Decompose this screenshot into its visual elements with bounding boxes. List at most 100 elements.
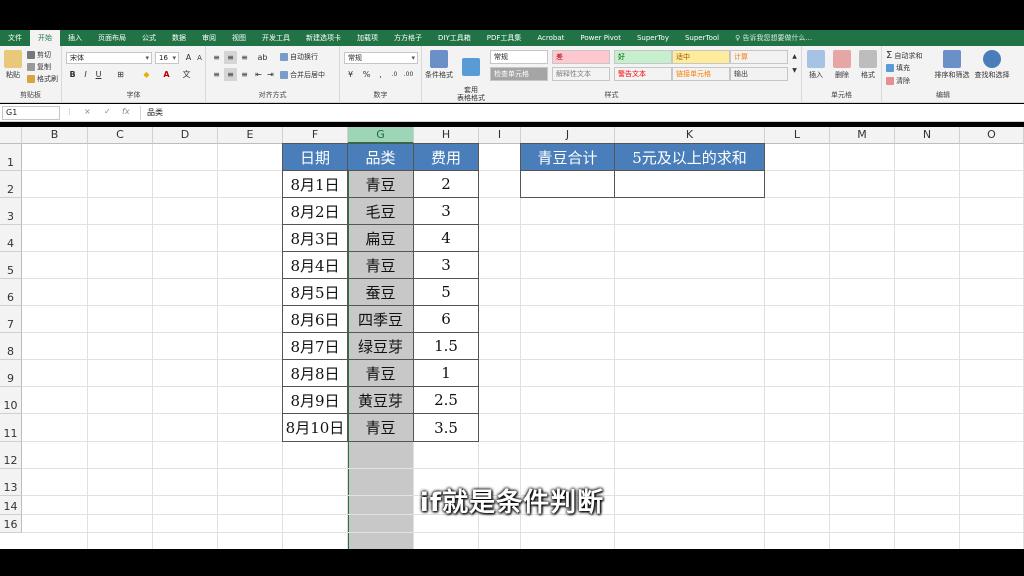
row-header-12[interactable]: 12 (0, 442, 22, 469)
ribbon-tab-1[interactable]: 开始 (30, 30, 60, 46)
decrease-decimal-icon[interactable]: .00 (402, 68, 415, 81)
format-cells-button[interactable]: 格式 (854, 50, 882, 80)
fill-color-icon[interactable]: ◆ (140, 68, 153, 81)
conditional-format-button[interactable]: 条件格式 (422, 50, 456, 80)
table-cell[interactable]: 6 (413, 305, 479, 333)
table-cell[interactable]: 8月9日 (282, 386, 348, 414)
summary-header-cell[interactable]: 5元及以上的求和 (614, 143, 765, 171)
copy-button[interactable]: 复制 (27, 62, 51, 72)
ribbon-tab-10[interactable]: 加载项 (349, 30, 386, 46)
table-cell[interactable]: 青豆 (347, 170, 414, 198)
find-select-button[interactable]: 查找和选择 (972, 50, 1012, 80)
ribbon-tab-13[interactable]: PDF工具集 (479, 30, 530, 46)
table-cell[interactable]: 毛豆 (347, 197, 414, 225)
row-header-10[interactable]: 10 (0, 387, 22, 414)
increase-indent-icon[interactable]: ⇥ (264, 68, 277, 81)
table-cell[interactable]: 5 (413, 278, 479, 306)
table-header-cell[interactable]: 日期 (282, 143, 348, 171)
row-header-1[interactable]: 1 (0, 144, 22, 171)
table-cell[interactable]: 8月4日 (282, 251, 348, 279)
ribbon-tab-0[interactable]: 文件 (0, 30, 30, 46)
ribbon-tab-16[interactable]: SuperToy (629, 30, 677, 46)
column-header-F[interactable]: F (283, 127, 348, 144)
table-cell[interactable]: 8月6日 (282, 305, 348, 333)
column-header-N[interactable]: N (895, 127, 960, 144)
cell-style-0[interactable]: 常规 (490, 50, 548, 64)
table-cell[interactable]: 绿豆芽 (347, 332, 414, 360)
bold-button[interactable]: B (66, 68, 79, 81)
table-cell[interactable]: 4 (413, 224, 479, 252)
row-header-2[interactable]: 2 (0, 171, 22, 198)
table-cell[interactable]: 四季豆 (347, 305, 414, 333)
merge-center-button[interactable]: 合并后居中 (280, 70, 325, 80)
table-cell[interactable]: 8月5日 (282, 278, 348, 306)
table-cell[interactable]: 8月7日 (282, 332, 348, 360)
row-header-5[interactable]: 5 (0, 252, 22, 279)
table-cell[interactable]: 青豆 (347, 359, 414, 387)
sort-filter-button[interactable]: 排序和筛选 (932, 50, 972, 80)
table-cell[interactable]: 3 (413, 197, 479, 225)
gallery-scroll-down-icon[interactable]: ▼ (788, 64, 801, 77)
ribbon-tab-11[interactable]: 方方格子 (386, 30, 430, 46)
increase-decimal-icon[interactable]: .0 (388, 68, 401, 81)
insert-cells-button[interactable]: 插入 (802, 50, 830, 80)
row-header-3[interactable]: 3 (0, 198, 22, 225)
align-right-icon[interactable]: ≡ (238, 68, 251, 81)
column-header-C[interactable]: C (88, 127, 153, 144)
cell-style-1[interactable]: 差 (552, 50, 610, 64)
align-middle-icon[interactable]: ≡ (224, 51, 237, 64)
border-button[interactable]: ⊞ (114, 68, 127, 81)
table-cell[interactable]: 3 (413, 251, 479, 279)
column-header-I[interactable]: I (479, 127, 521, 144)
table-cell[interactable]: 8月1日 (282, 170, 348, 198)
align-bottom-icon[interactable]: ≡ (238, 51, 251, 64)
insert-function-icon[interactable]: fx (122, 107, 130, 116)
table-cell[interactable]: 蚕豆 (347, 278, 414, 306)
column-header-G[interactable]: G (348, 127, 414, 144)
cell-style-2[interactable]: 好 (614, 50, 672, 64)
phonetic-button[interactable]: 文 (180, 68, 193, 81)
row-header-9[interactable]: 9 (0, 360, 22, 387)
align-left-icon[interactable]: ≡ (210, 68, 223, 81)
column-header-E[interactable]: E (218, 127, 283, 144)
paste-button[interactable]: 粘贴 (0, 50, 26, 80)
ribbon-tab-6[interactable]: 审阅 (194, 30, 224, 46)
table-cell[interactable]: 8月3日 (282, 224, 348, 252)
row-header-4[interactable]: 4 (0, 225, 22, 252)
ribbon-tab-5[interactable]: 数据 (164, 30, 194, 46)
underline-button[interactable]: U (92, 68, 105, 81)
table-cell[interactable]: 3.5 (413, 413, 479, 442)
formula-input[interactable]: 品类 (140, 106, 1020, 120)
cell-style-9[interactable]: 输出 (730, 67, 788, 81)
align-top-icon[interactable]: ≡ (210, 51, 223, 64)
currency-icon[interactable]: ¥ (344, 68, 357, 81)
table-cell[interactable]: 青豆 (347, 251, 414, 279)
cancel-formula-icon[interactable]: × (84, 107, 91, 116)
font-color-icon[interactable]: A (160, 68, 173, 81)
align-center-icon[interactable]: ≡ (224, 68, 237, 81)
table-cell[interactable]: 扁豆 (347, 224, 414, 252)
row-header-6[interactable]: 6 (0, 279, 22, 306)
delete-cells-button[interactable]: 删除 (828, 50, 856, 80)
name-box[interactable]: G1 (2, 106, 60, 120)
font-name-select[interactable]: 宋体 (66, 52, 152, 64)
summary-value-cell[interactable] (614, 170, 765, 198)
table-cell[interactable]: 8月8日 (282, 359, 348, 387)
cell-style-3[interactable]: 适中 (672, 50, 730, 64)
column-header-K[interactable]: K (615, 127, 765, 144)
ribbon-tab-12[interactable]: DIY工具箱 (430, 30, 479, 46)
table-cell[interactable]: 1.5 (413, 332, 479, 360)
ribbon-tab-15[interactable]: Power Pivot (572, 30, 629, 46)
ribbon-tab-3[interactable]: 页面布局 (90, 30, 134, 46)
table-cell[interactable]: 青豆 (347, 413, 414, 442)
summary-value-cell[interactable] (520, 170, 615, 198)
shrink-font-button[interactable]: A (193, 52, 206, 65)
table-cell[interactable]: 8月10日 (282, 413, 348, 442)
number-format-select[interactable]: 常规 (344, 52, 418, 64)
cell-style-7[interactable]: 警告文本 (614, 67, 672, 81)
cut-button[interactable]: 剪切 (27, 50, 51, 60)
column-header-O[interactable]: O (960, 127, 1024, 144)
table-header-cell[interactable]: 费用 (413, 143, 479, 171)
cell-style-8[interactable]: 链接单元格 (672, 67, 730, 81)
column-header-H[interactable]: H (414, 127, 479, 144)
